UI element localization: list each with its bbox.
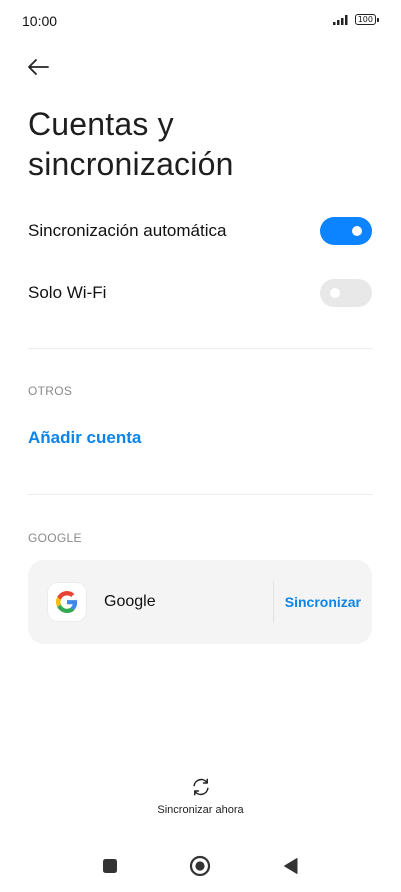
divider bbox=[28, 494, 373, 495]
wifi-only-toggle[interactable] bbox=[320, 279, 372, 307]
nav-back-button[interactable] bbox=[279, 854, 303, 878]
auto-sync-toggle[interactable] bbox=[320, 217, 372, 245]
account-name: Google bbox=[104, 593, 156, 610]
wifi-only-label: Solo Wi-Fi bbox=[28, 283, 107, 302]
refresh-icon bbox=[192, 778, 209, 796]
google-logo-icon bbox=[48, 583, 86, 621]
nav-home-button[interactable] bbox=[188, 854, 212, 878]
divider bbox=[28, 348, 373, 349]
back-button[interactable] bbox=[26, 52, 58, 82]
triangle-left-icon bbox=[284, 858, 298, 874]
section-header-google: GOOGLE bbox=[28, 531, 82, 545]
status-bar: 10:00 100 bbox=[0, 0, 401, 44]
square-icon bbox=[103, 859, 117, 873]
sync-account-button[interactable]: Sincronizar bbox=[274, 594, 372, 610]
navigation-bar bbox=[0, 850, 401, 880]
add-account-link[interactable]: Añadir cuenta bbox=[28, 428, 141, 448]
signal-icon bbox=[332, 15, 348, 25]
toggle-knob bbox=[352, 226, 362, 236]
toggle-knob bbox=[330, 288, 340, 298]
nav-recents-button[interactable] bbox=[98, 854, 122, 878]
section-header-others: OTROS bbox=[28, 384, 73, 398]
battery-icon: 100 bbox=[354, 14, 379, 25]
wifi-only-row[interactable]: Solo Wi-Fi bbox=[28, 273, 374, 313]
status-icons: 100 bbox=[332, 14, 379, 25]
arrow-left-icon bbox=[28, 59, 49, 75]
google-account-card[interactable]: Google Sincronizar bbox=[28, 560, 372, 644]
battery-level: 100 bbox=[354, 14, 376, 25]
auto-sync-row[interactable]: Sincronización automática bbox=[28, 211, 374, 251]
sync-now-label: Sincronizar ahora bbox=[157, 804, 244, 816]
page-title: Cuentas y sincronización bbox=[28, 106, 234, 182]
auto-sync-label: Sincronización automática bbox=[28, 221, 227, 240]
sync-now-button[interactable]: Sincronizar ahora bbox=[0, 776, 401, 816]
circle-icon bbox=[189, 855, 211, 877]
status-time: 10:00 bbox=[22, 13, 58, 29]
